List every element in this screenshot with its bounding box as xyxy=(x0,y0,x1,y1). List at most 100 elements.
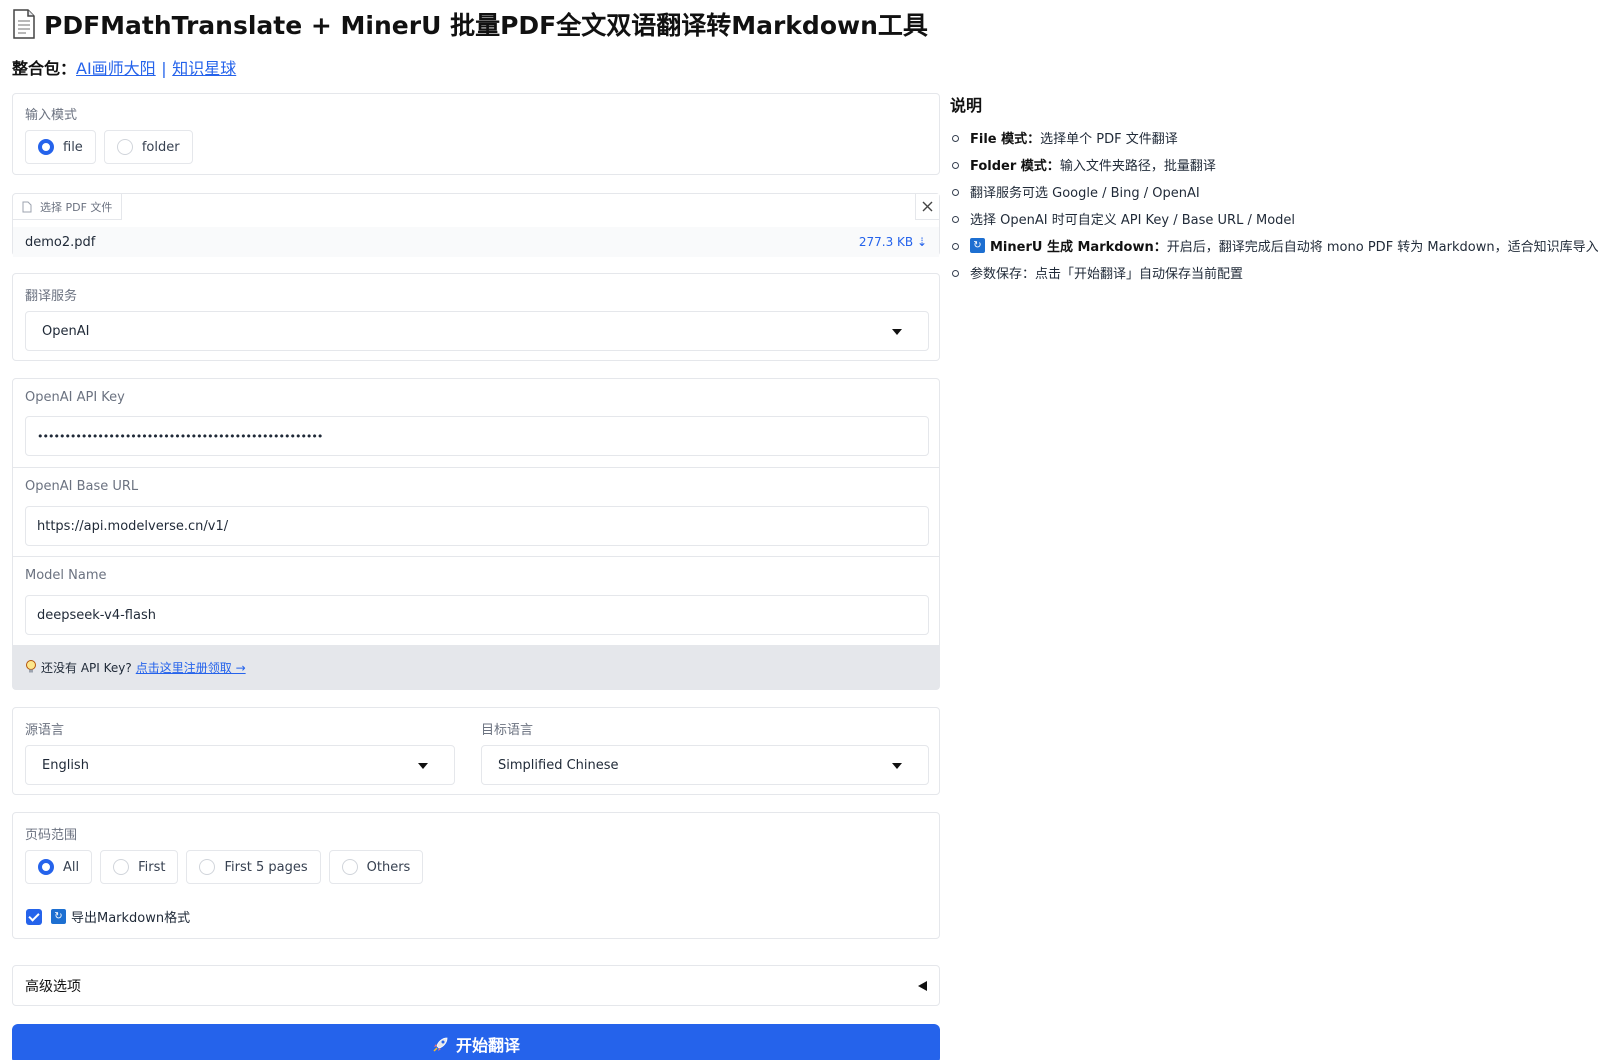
page-range-label: 页码范围 xyxy=(25,828,78,843)
collapse-arrow-icon xyxy=(918,980,927,991)
instructions-list: File 模式： 选择单个 PDF 文件翻译 Folder 模式： 输入文件夹路径，… xyxy=(950,124,1610,286)
radio-dot xyxy=(116,139,133,155)
markdown-checkbox-label: 导出Markdown格式 xyxy=(71,911,191,926)
api-key-value: ••••••••••••••••••••••••••••••••••••••••… xyxy=(37,429,323,443)
radio-first[interactable]: First xyxy=(100,850,179,884)
divider xyxy=(13,556,939,557)
list-item: ↻ MinerU 生成 Markdown： 开启后，翻译完成后自动将 mono PD… xyxy=(950,232,1610,259)
target-language-select[interactable]: Simplified Chinese xyxy=(481,745,929,785)
radio-label: All xyxy=(63,859,80,875)
radio-dot-checked xyxy=(38,139,54,155)
page-range-options: All First First 5 pages Others xyxy=(25,850,424,884)
markdown-checkbox[interactable] xyxy=(26,908,42,925)
model-name-value: deepseek-v4-flash xyxy=(37,607,156,623)
base-url-label: OpenAI Base URL xyxy=(25,479,139,494)
clear-file-button[interactable] xyxy=(915,194,939,220)
radio-file[interactable]: file xyxy=(25,130,96,164)
target-language-label: 目标语言 xyxy=(481,723,534,738)
list-item: 翻译服务可选 Google / Bing / OpenAI xyxy=(950,178,1610,205)
page-title: PDFMathTranslate + MinerU 批量PDF全文双语翻译转Ma… xyxy=(12,6,928,42)
note-text: 选择 OpenAI 时可自定义 API Key / Base URL / Mod… xyxy=(970,213,1296,228)
refresh-icon: ↻ xyxy=(51,909,66,924)
file-size-download[interactable]: 277.3 KB ⇣ xyxy=(859,235,927,249)
list-item: File 模式： 选择单个 PDF 文件翻译 xyxy=(950,124,1610,151)
close-icon xyxy=(922,201,933,212)
openai-settings-panel: OpenAI API Key •••••••••••••••••••••••••… xyxy=(12,378,940,690)
input-mode-label: 输入模式 xyxy=(25,108,78,123)
file-tab: 选择 PDF 文件 xyxy=(13,194,123,220)
radio-dot xyxy=(341,859,358,875)
hint-text: 还没有 API Key? xyxy=(41,660,132,675)
languages-panel: 源语言 English 目标语言 Simplified Chinese xyxy=(12,707,940,795)
note-bold: File 模式： xyxy=(970,132,1041,147)
title-text: PDFMathTranslate + MinerU 批量PDF全文双语翻译转Ma… xyxy=(44,11,928,40)
start-button-label: 开始翻译 xyxy=(455,1038,520,1055)
bundle-links: 整合包：AI画师大阳 | 知识星球 xyxy=(12,55,236,79)
radio-label: Others xyxy=(366,859,411,875)
register-link[interactable]: 点击这里注册领取 → xyxy=(136,659,246,676)
select-value: OpenAI xyxy=(42,323,90,339)
radio-label: folder xyxy=(141,139,180,155)
markdown-option: ↻ 导出Markdown格式 xyxy=(26,907,190,926)
api-key-hint: 还没有 API Key? 点击这里注册领取 → xyxy=(13,645,939,689)
radio-first-5-pages[interactable]: First 5 pages xyxy=(186,850,321,884)
base-url-value: https://api.modelverse.cn/v1/ xyxy=(37,518,229,534)
model-name-input[interactable]: deepseek-v4-flash xyxy=(25,595,929,635)
base-url-input[interactable]: https://api.modelverse.cn/v1/ xyxy=(25,506,929,546)
radio-all[interactable]: All xyxy=(25,850,93,884)
list-item: 参数保存：点击「开始翻译」自动保存当前配置 xyxy=(950,259,1610,286)
link-ai-artist[interactable]: AI画师大阳 xyxy=(76,59,156,78)
source-language-select[interactable]: English xyxy=(25,745,455,785)
chevron-down-icon xyxy=(892,763,902,769)
note-text: 参数保存：点击「开始翻译」自动保存当前配置 xyxy=(970,267,1244,282)
radio-label: file xyxy=(63,139,83,155)
note-text: 翻译服务可选 Google / Bing / OpenAI xyxy=(970,186,1200,201)
file-tab-label: 选择 PDF 文件 xyxy=(40,200,113,214)
link-knowledge-planet[interactable]: 知识星球 xyxy=(172,59,236,78)
radio-dot xyxy=(199,859,216,875)
instructions-panel: 说明 File 模式： 选择单个 PDF 文件翻译 Folder 模式： 输入文件夹… xyxy=(950,92,1610,286)
select-value: Simplified Chinese xyxy=(498,757,619,773)
radio-others[interactable]: Others xyxy=(328,850,424,884)
note-text: 选择单个 PDF 文件翻译 xyxy=(1040,132,1178,147)
note-text: 开启后，翻译完成后自动将 mono PDF 转为 Markdown，适合知识库导… xyxy=(1166,240,1599,255)
advanced-options-label: 高级选项 xyxy=(25,978,81,995)
bundle-label: 整合包： xyxy=(12,59,77,78)
api-key-input[interactable]: ••••••••••••••••••••••••••••••••••••••••… xyxy=(25,416,929,456)
translate-service-panel: 翻译服务 OpenAI xyxy=(12,273,940,361)
radio-dot xyxy=(113,859,130,875)
radio-label: First 5 pages xyxy=(224,859,308,875)
lightbulb-icon xyxy=(26,660,36,673)
select-value: English xyxy=(42,757,89,773)
list-item: Folder 模式： 输入文件夹路径，批量翻译 xyxy=(950,151,1610,178)
radio-dot-checked xyxy=(38,859,54,875)
uploaded-file-row: demo2.pdf 277.3 KB ⇣ xyxy=(13,227,939,257)
input-mode-panel: 输入模式 file folder xyxy=(12,93,940,175)
source-language-label: 源语言 xyxy=(25,723,65,738)
chevron-down-icon xyxy=(892,329,902,335)
start-translate-button[interactable]: 开始翻译 xyxy=(12,1024,940,1060)
model-name-label: Model Name xyxy=(25,568,107,583)
note-bold: MinerU 生成 Markdown： xyxy=(990,240,1167,255)
file-upload-panel: 选择 PDF 文件 demo2.pdf 277.3 KB ⇣ xyxy=(12,193,940,257)
input-mode-options: file folder xyxy=(25,130,193,164)
file-name: demo2.pdf xyxy=(25,234,96,250)
file-icon xyxy=(22,201,32,212)
chevron-down-icon xyxy=(418,763,428,769)
note-text: 输入文件夹路径，批量翻译 xyxy=(1059,159,1216,174)
refresh-icon: ↻ xyxy=(970,238,985,253)
note-bold: Folder 模式： xyxy=(970,159,1060,174)
instructions-title: 说明 xyxy=(950,96,983,115)
document-icon xyxy=(12,9,36,39)
api-key-label: OpenAI API Key xyxy=(25,390,125,405)
translate-service-select[interactable]: OpenAI xyxy=(25,311,929,351)
divider xyxy=(13,467,939,468)
link-separator: | xyxy=(161,59,167,78)
advanced-options-accordion[interactable]: 高级选项 xyxy=(12,965,940,1006)
rocket-icon xyxy=(433,1037,448,1052)
page-range-panel: 页码范围 All First First 5 pages Others ↻ 导出… xyxy=(12,812,940,939)
radio-label: First xyxy=(138,859,166,875)
translate-service-label: 翻译服务 xyxy=(25,289,78,304)
radio-folder[interactable]: folder xyxy=(103,130,193,164)
list-item: 选择 OpenAI 时可自定义 API Key / Base URL / Mod… xyxy=(950,205,1610,232)
